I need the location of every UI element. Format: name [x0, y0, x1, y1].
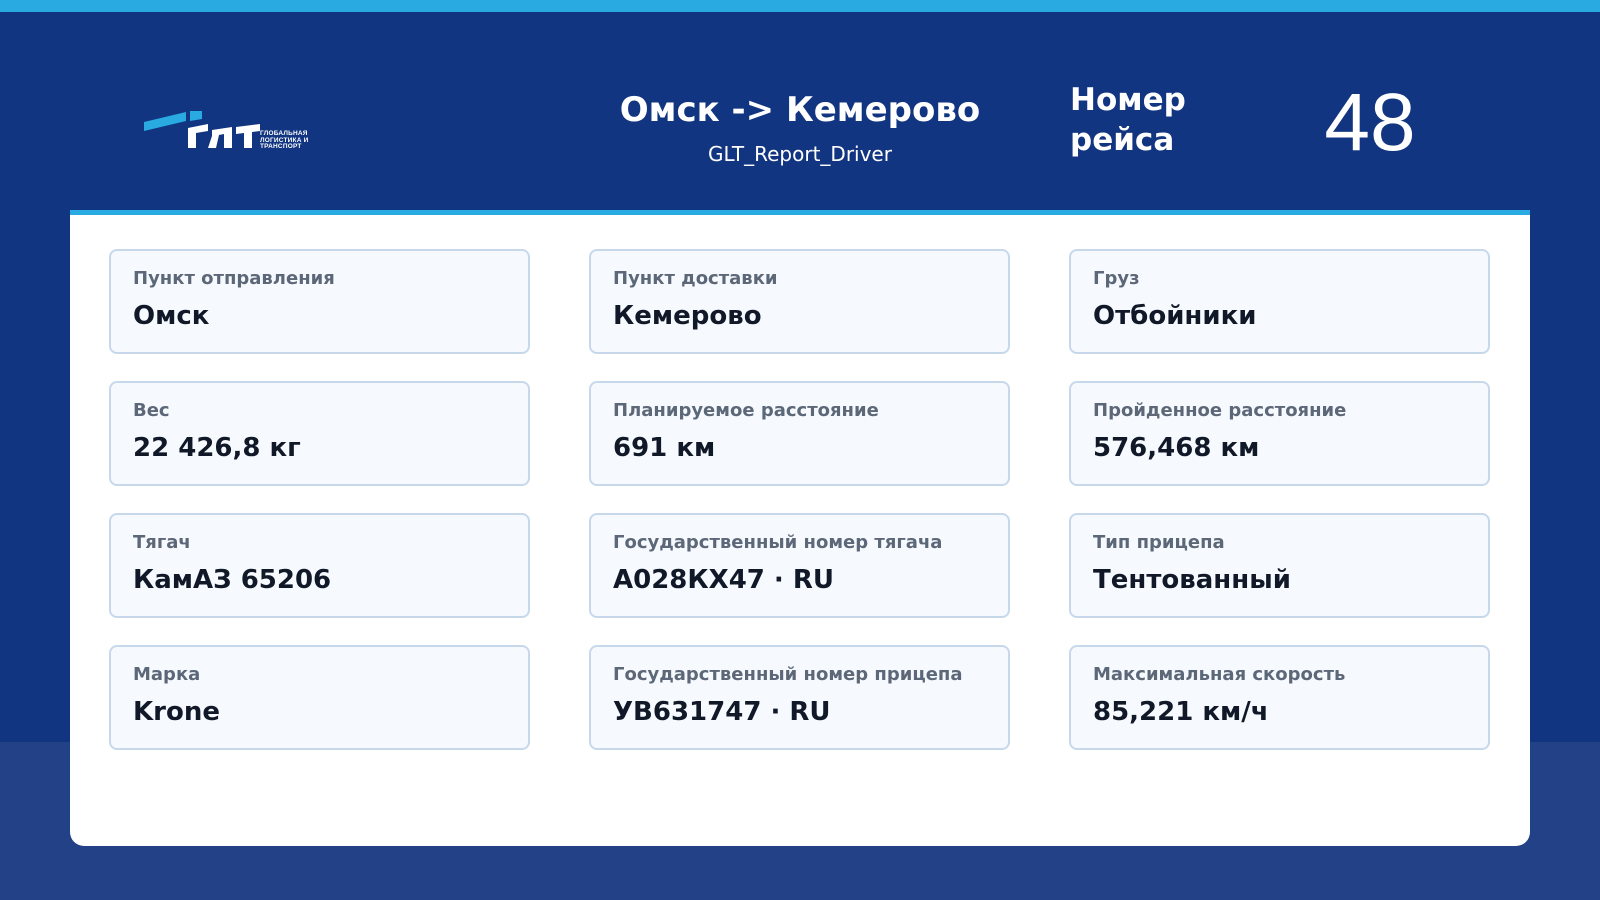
report-subtitle: GLT_Report_Driver	[708, 142, 892, 166]
card-label: Пройденное расстояние	[1093, 400, 1347, 421]
card-label: Тип прицепа	[1093, 532, 1225, 553]
card-delivery-point: Пункт доставки Кемерово	[589, 249, 1010, 354]
card-value: 691 км	[613, 433, 716, 463]
card-label: Пункт доставки	[613, 268, 778, 289]
card-value: КамАЗ 65206	[133, 565, 332, 595]
card-cargo: Груз Отбойники	[1069, 249, 1490, 354]
details-panel: Пункт отправления Омск Пункт доставки Ке…	[70, 210, 1530, 846]
card-value: 576,468 км	[1093, 433, 1260, 463]
card-value: УВ631747 · RU	[613, 697, 831, 727]
top-accent-stripe	[0, 0, 1600, 12]
card-departure-point: Пункт отправления Омск	[109, 249, 530, 354]
card-trailer-brand: Марка Krone	[109, 645, 530, 750]
card-value: Отбойники	[1093, 301, 1257, 331]
card-label: Пункт отправления	[133, 268, 335, 289]
card-value: 85,221 км/ч	[1093, 697, 1269, 727]
route-title: Омск -> Кемерово	[619, 90, 981, 130]
card-value: Krone	[133, 697, 220, 727]
card-planned-distance: Планируемое расстояние 691 км	[589, 381, 1010, 486]
card-label: Государственный номер тягача	[613, 532, 943, 553]
card-label: Вес	[133, 400, 170, 421]
card-value: А028КХ47 · RU	[613, 565, 834, 595]
card-label: Груз	[1093, 268, 1140, 289]
card-tractor-plate: Государственный номер тягача А028КХ47 · …	[589, 513, 1010, 618]
card-traveled-distance: Пройденное расстояние 576,468 км	[1069, 381, 1490, 486]
card-value: Кемерово	[613, 301, 762, 331]
card-trailer-plate: Государственный номер прицепа УВ631747 ·…	[589, 645, 1010, 750]
trip-number-label: Номер рейса	[1070, 82, 1186, 158]
card-label: Марка	[133, 664, 201, 685]
card-max-speed: Максимальная скорость 85,221 км/ч	[1069, 645, 1490, 750]
card-value: Омск	[133, 301, 210, 331]
card-tractor: Тягач КамАЗ 65206	[109, 513, 530, 618]
card-weight: Вес 22 426,8 кг	[109, 381, 530, 486]
card-label: Планируемое расстояние	[613, 400, 879, 421]
logo-tagline: ГЛОБАЛЬНАЯ ЛОГИСТИКА И ТРАНСПОРТ	[260, 130, 309, 150]
trip-number-value: 48	[1324, 77, 1416, 168]
card-label: Тягач	[133, 532, 191, 553]
card-trailer-type: Тип прицепа Тентованный	[1069, 513, 1490, 618]
card-value: Тентованный	[1093, 565, 1291, 595]
card-value: 22 426,8 кг	[133, 433, 301, 463]
card-label: Государственный номер прицепа	[613, 664, 963, 685]
card-label: Максимальная скорость	[1093, 664, 1346, 685]
